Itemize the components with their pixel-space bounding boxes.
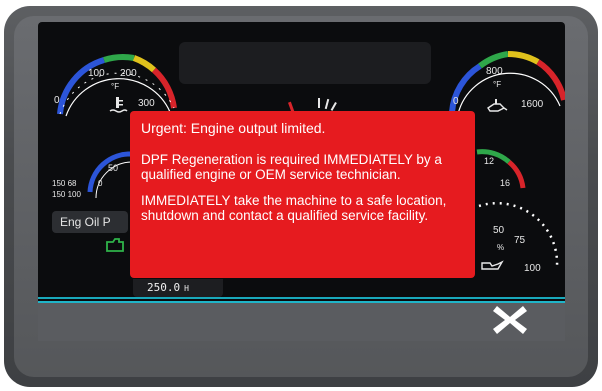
right-mid-tick-16: 16 bbox=[500, 178, 511, 188]
engine-oil-can-icon bbox=[481, 260, 504, 270]
coolant-temp-icon bbox=[109, 97, 128, 113]
engine-warning-icon bbox=[106, 238, 124, 252]
oil-tick-50: 50 bbox=[493, 225, 505, 236]
coolant-tick-100: 100 bbox=[88, 68, 105, 79]
close-button[interactable] bbox=[490, 302, 530, 338]
hydraulic-tick-1600: 1600 bbox=[521, 99, 544, 110]
coolant-tick-200: 200 bbox=[120, 68, 137, 79]
left-mid-tick-50: 50 bbox=[108, 163, 119, 173]
oil-tick-100: 100 bbox=[524, 263, 541, 274]
alert-title: Urgent: Engine output limited. bbox=[141, 120, 326, 136]
oil-tick-75: 75 bbox=[514, 235, 526, 246]
coolant-tick-0: 0 bbox=[54, 95, 60, 106]
engine-hours-unit: H bbox=[184, 284, 189, 293]
left-mid-tick-0: 0 bbox=[98, 179, 103, 188]
hydraulic-tick-800: 800 bbox=[486, 66, 503, 77]
left-mid-tick-150: 150 68 bbox=[52, 179, 77, 188]
engine-hours-value: 250.0 bbox=[147, 281, 181, 294]
oil-unit: % bbox=[497, 243, 505, 252]
coolant-tick-300: 300 bbox=[138, 98, 155, 109]
top-message-slot bbox=[179, 42, 431, 84]
hydraulic-tick-0: 0 bbox=[453, 96, 459, 107]
right-mid-tick-12: 12 bbox=[484, 156, 495, 166]
eng-oil-pressure-label: Eng Oil P bbox=[52, 211, 128, 233]
left-mid-tick-150b: 150 100 bbox=[52, 190, 81, 199]
coolant-unit: °F bbox=[111, 82, 120, 91]
hydraulic-oil-temp-icon bbox=[487, 99, 508, 112]
alert-message-2: IMMEDIATELY take the machine to a safe l… bbox=[141, 193, 447, 223]
engine-hours-readout: 250.0 H bbox=[133, 279, 223, 297]
close-icon bbox=[493, 306, 527, 334]
alert-message-1: DPF Regeneration is required IMMEDIATELY… bbox=[141, 152, 442, 182]
status-divider bbox=[38, 297, 565, 299]
left-mid-gauge bbox=[87, 151, 133, 199]
urgent-alert-popup: Urgent: Engine output limited. DPF Regen… bbox=[130, 111, 475, 278]
bottom-softkey-bar bbox=[38, 301, 565, 341]
hydraulic-unit: °F bbox=[493, 80, 502, 89]
